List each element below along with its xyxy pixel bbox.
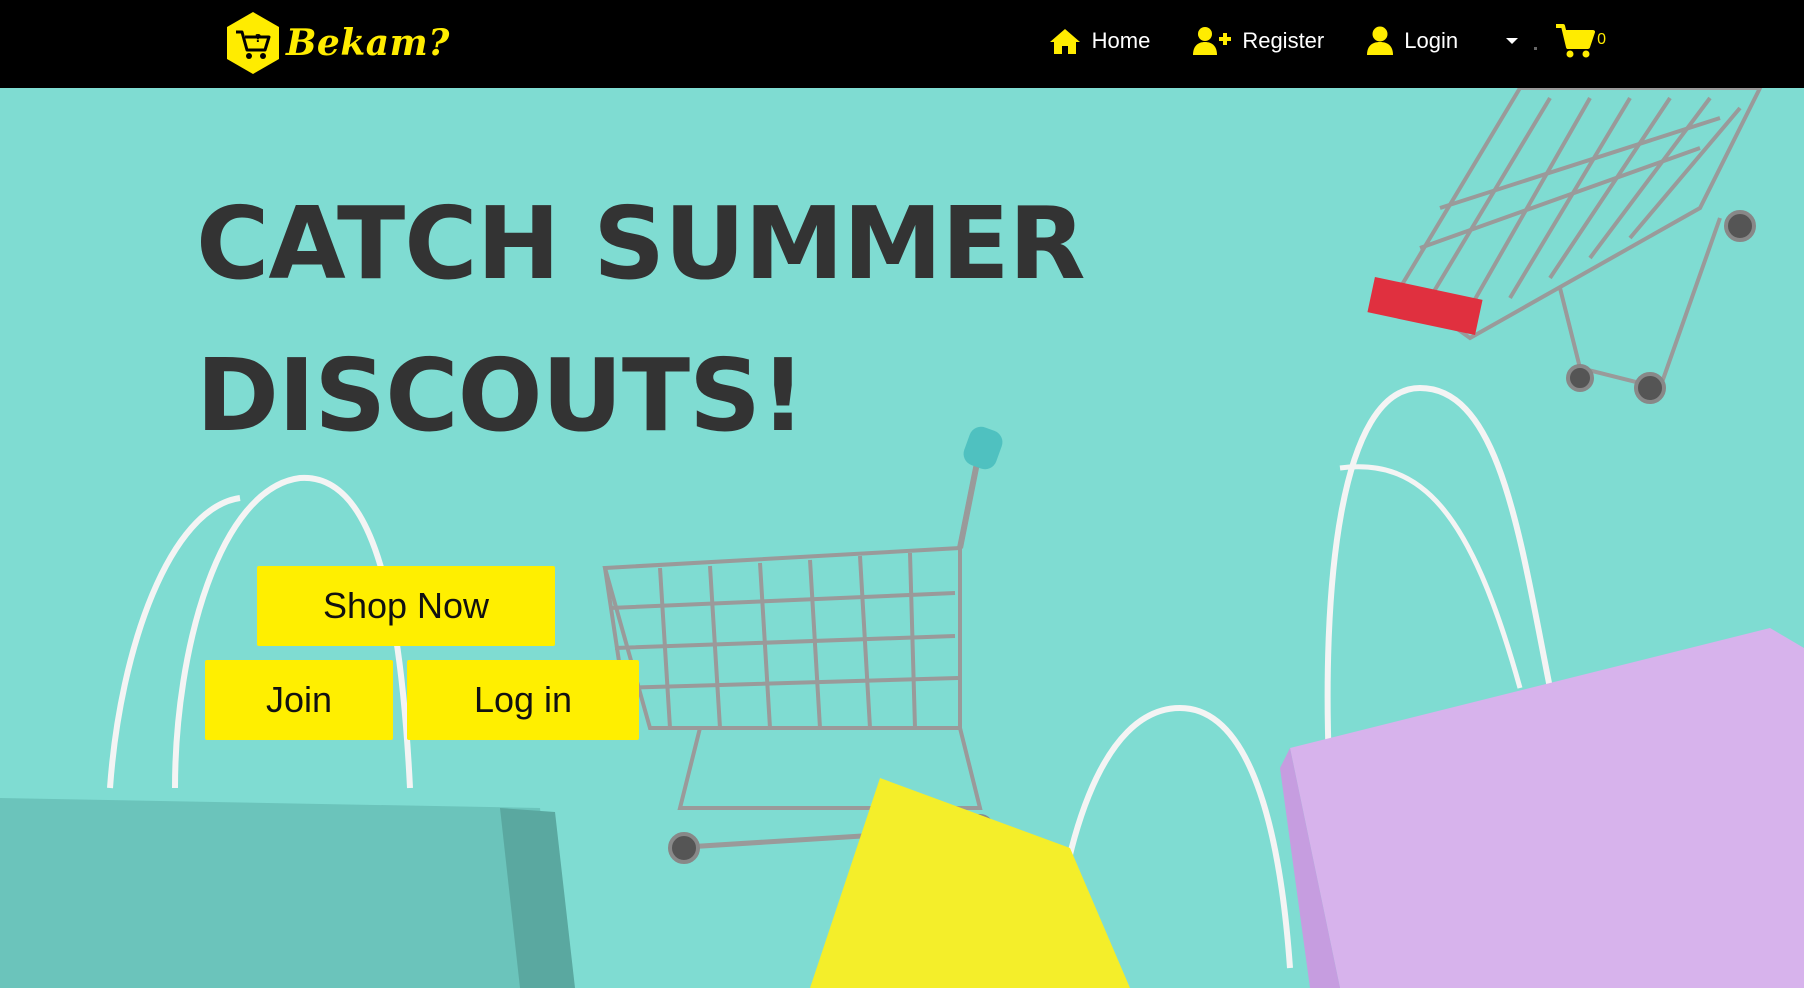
shop-now-button[interactable]: Shop Now xyxy=(257,566,555,646)
nav-dropdown-toggle[interactable] xyxy=(1506,33,1538,50)
hero-title: Catch Summer Discouts! xyxy=(196,168,1196,472)
cart-count-badge: 0 xyxy=(1597,31,1606,48)
nav-dot xyxy=(1534,46,1538,50)
nav-home-label: Home xyxy=(1091,28,1151,53)
user-plus-icon xyxy=(1193,27,1232,55)
join-button[interactable]: Join xyxy=(205,660,393,740)
nav-register-link[interactable]: Register xyxy=(1192,26,1324,56)
nav-register-label: Register xyxy=(1242,28,1325,53)
brand-name: Bekam? xyxy=(286,22,450,64)
log-in-button[interactable]: Log in xyxy=(407,660,639,740)
hero-title-line-2: Discouts! xyxy=(196,337,806,454)
nav-home-link[interactable]: Home xyxy=(1048,27,1151,55)
cart-question-logo-icon: ? xyxy=(227,12,279,74)
navbar: ? Bekam? Home Register Login 0 xyxy=(0,0,1804,88)
shopping-cart-icon xyxy=(1556,24,1596,58)
user-icon xyxy=(1367,26,1394,55)
svg-text:?: ? xyxy=(255,32,261,45)
brand-logo[interactable]: ? Bekam? xyxy=(224,10,450,76)
hero-title-line-1: Catch Summer xyxy=(196,185,1086,302)
nav-login-link[interactable]: Login xyxy=(1366,26,1458,56)
hero-banner: Catch Summer Discouts! Shop Now Join Log… xyxy=(0,88,1804,988)
nav-login-label: Login xyxy=(1404,28,1459,53)
nav-links: Home Register Login 0 xyxy=(1006,0,1606,82)
home-icon xyxy=(1049,29,1080,54)
caret-down-icon xyxy=(1506,38,1519,44)
nav-cart-link[interactable]: 0 xyxy=(1555,23,1606,59)
